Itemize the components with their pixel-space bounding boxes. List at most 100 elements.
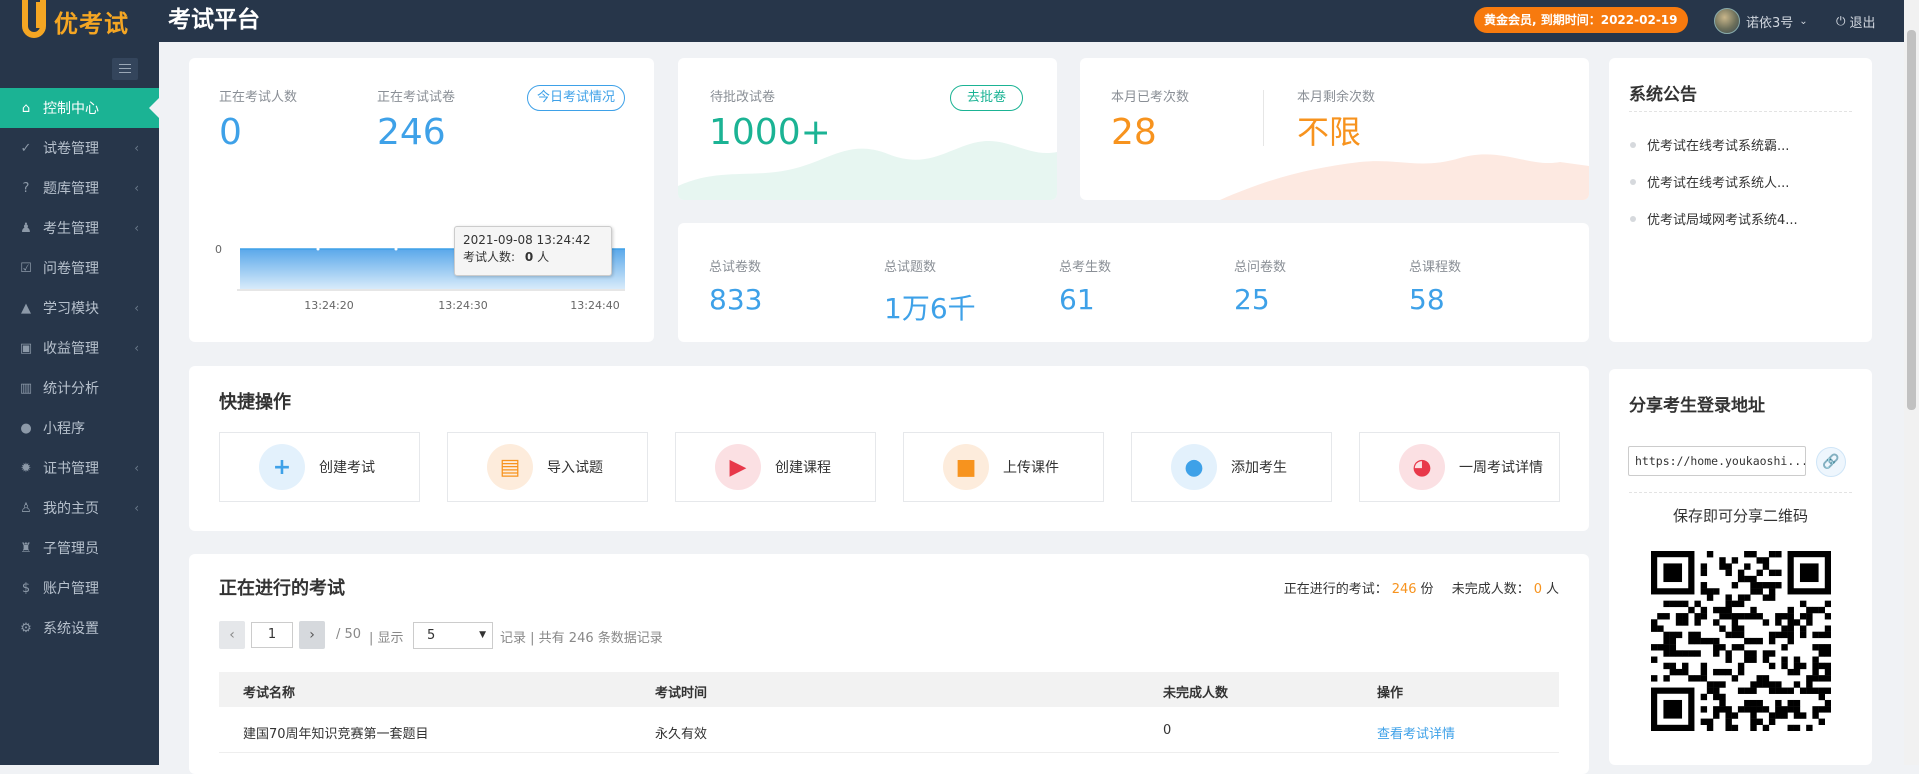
sidebar-item-9[interactable]: ✹ 证书管理 ‹ bbox=[0, 448, 159, 488]
document-icon: ▤ bbox=[487, 444, 533, 490]
sidebar-item-7[interactable]: ▥ 统计分析 bbox=[0, 368, 159, 408]
sidebar-item-0[interactable]: ⌂ 控制中心 bbox=[0, 88, 159, 128]
quick-actions-title: 快捷操作 bbox=[219, 392, 291, 413]
divider bbox=[1629, 492, 1852, 493]
logout-button[interactable]: ⏻ 退出 bbox=[1836, 12, 1876, 31]
quick-action-label: 创建考试 bbox=[319, 460, 375, 476]
sidebar-item-10[interactable]: ♙ 我的主页 ‹ bbox=[0, 488, 159, 528]
sidebar-item-4[interactable]: ☑ 问卷管理 bbox=[0, 248, 159, 288]
quick-action-label: 添加考生 bbox=[1231, 460, 1287, 476]
member-badge[interactable]: 黄金会员, 到期时间：2022-02-19 bbox=[1474, 7, 1688, 33]
total-label: 总问卷数 bbox=[1234, 260, 1287, 275]
quick-action-button[interactable]: ● 添加考生 bbox=[1131, 432, 1332, 502]
sidebar-item-11[interactable]: ♜ 子管理员 bbox=[0, 528, 159, 568]
bar-chart-icon: ▥ bbox=[19, 380, 33, 396]
notice-item[interactable]: 优考试在线考试系统人... bbox=[1629, 172, 1789, 191]
sidebar-item-6[interactable]: ▣ 收益管理 ‹ bbox=[0, 328, 159, 368]
unfinished-label: 未完成人数： bbox=[1451, 582, 1530, 597]
quick-action-button[interactable]: ▶ 创建课程 bbox=[675, 432, 876, 502]
sidebar-toggle-button[interactable] bbox=[112, 58, 138, 80]
table-cell: 永久有效 bbox=[655, 727, 708, 742]
sidebar-item-3[interactable]: ♟ 考生管理 ‹ bbox=[0, 208, 159, 248]
chevron-left-icon: ‹ bbox=[134, 141, 139, 155]
ongoing-count-unit: 份 bbox=[1420, 582, 1434, 597]
exam-people-chart: 0 13:24:20 13:24:30 13:24:40 bbox=[215, 243, 625, 312]
quick-action-label: 一周考试详情 bbox=[1459, 460, 1543, 476]
copy-link-button[interactable]: 🔗 bbox=[1816, 447, 1846, 477]
next-page-button[interactable]: › bbox=[299, 621, 325, 649]
quick-action-label: 上传课件 bbox=[1003, 460, 1059, 476]
table-cell: 0 bbox=[1163, 723, 1172, 738]
month-used-label: 本月已考次数 bbox=[1111, 90, 1190, 105]
total-label: 总试卷数 bbox=[709, 260, 762, 275]
sidebar-item-label: 小程序 bbox=[43, 421, 85, 437]
chart-x-tick: 13:24:30 bbox=[438, 299, 487, 312]
sidebar-item-5[interactable]: ▲ 学习模块 ‹ bbox=[0, 288, 159, 328]
sidebar-item-8[interactable]: ● 小程序 bbox=[0, 408, 159, 448]
sidebar: ⌂ 控制中心 ✓ 试卷管理 ‹? 题库管理 ‹ ♟ 考生管理 ‹ ☑ 问卷管理 ▲ 学习模块 ‹ ▣ 收益管理 ‹… bbox=[0, 42, 159, 765]
sidebar-item-label: 统计分析 bbox=[43, 381, 99, 397]
sidebar-item-13[interactable]: ⚙ 系统设置 bbox=[0, 608, 159, 648]
notice-item[interactable]: 优考试局域网考试系统4... bbox=[1630, 209, 1798, 228]
quick-action-label: 创建课程 bbox=[775, 460, 831, 476]
table-column-header: 考试名称 bbox=[243, 686, 296, 701]
certificate-icon: ✹ bbox=[20, 460, 32, 476]
sidebar-item-label: 问卷管理 bbox=[43, 261, 99, 277]
sidebar-item-label: 我的主页 bbox=[43, 501, 99, 517]
pending-value: 1000+ bbox=[709, 112, 831, 153]
total-value: 1万6千 bbox=[884, 292, 976, 325]
view-exam-detail-link[interactable]: 查看考试详情 bbox=[1377, 723, 1455, 742]
notice-item[interactable]: 优考试在线考试系统霸... bbox=[1629, 135, 1789, 154]
person-home-icon: ♙ bbox=[20, 500, 32, 516]
user-menu[interactable]: 诺依3号 ⌄ bbox=[1714, 8, 1808, 34]
unfinished-unit: 人 bbox=[1545, 582, 1559, 597]
chevron-left-icon: ‹ bbox=[134, 301, 139, 315]
total-pages: / 50 bbox=[336, 627, 362, 642]
sidebar-item-label: 账户管理 bbox=[43, 581, 99, 597]
table-column-header: 考试时间 bbox=[655, 686, 708, 701]
power-icon: ⏻ bbox=[1836, 14, 1846, 28]
logo[interactable]: 优考试 bbox=[18, 0, 129, 42]
dollar-icon: $ bbox=[21, 580, 31, 596]
prev-page-button[interactable]: ‹ bbox=[219, 621, 245, 649]
chart-point bbox=[316, 247, 320, 251]
lock-user-icon: ♜ bbox=[20, 540, 32, 556]
table-column-header: 未完成人数 bbox=[1163, 686, 1229, 701]
username: 诺依3号 bbox=[1746, 15, 1794, 31]
avatar bbox=[1714, 8, 1740, 34]
quick-action-button[interactable]: ▤ 导入试题 bbox=[447, 432, 648, 502]
quick-action-label: 导入试题 bbox=[547, 460, 603, 476]
sidebar-item-label: 系统设置 bbox=[43, 621, 99, 637]
page-size-select[interactable]: 5 ▼ bbox=[413, 622, 493, 649]
video-play-icon: ▶ bbox=[715, 444, 761, 490]
page-size-value: 5 bbox=[427, 628, 436, 643]
quick-action-button[interactable]: ■ 上传课件 bbox=[903, 432, 1104, 502]
logout-label: 退出 bbox=[1849, 16, 1876, 31]
quick-action-button[interactable]: + 创建考试 bbox=[219, 432, 420, 502]
unfinished-count: 0 bbox=[1533, 582, 1542, 597]
sidebar-item-2[interactable]: ? 题库管理 ‹ bbox=[0, 168, 159, 208]
month-left-value: 不限 bbox=[1297, 113, 1362, 151]
chevron-down-icon: ⌄ bbox=[1799, 15, 1808, 27]
quick-action-button[interactable]: ◕ 一周考试详情 bbox=[1359, 432, 1560, 502]
question-circle-icon: ? bbox=[22, 180, 30, 196]
sidebar-item-12[interactable]: $ 账户管理 bbox=[0, 568, 159, 608]
qr-code bbox=[1651, 551, 1831, 731]
share-url-input[interactable]: https://home.youkaoshi... bbox=[1628, 446, 1806, 476]
go-grade-button[interactable]: 去批卷 bbox=[950, 85, 1024, 111]
tooltip-value: 0 bbox=[524, 250, 534, 264]
ongoing-count: 246 bbox=[1391, 582, 1417, 597]
graduation-cap-icon: ▲ bbox=[21, 300, 31, 316]
sidebar-item-1[interactable]: ✓ 试卷管理 ‹ bbox=[0, 128, 159, 168]
sidebar-item-label: 题库管理 bbox=[43, 181, 99, 197]
folder-icon: ■ bbox=[943, 444, 989, 490]
page-input[interactable]: 1 bbox=[251, 622, 293, 648]
chevron-left-icon: ‹ bbox=[134, 461, 139, 475]
chart-tooltip: 2021-09-08 13:24:42 考试人数: 0 人 bbox=[454, 226, 612, 276]
page-scrollbar[interactable] bbox=[1904, 0, 1919, 765]
dropdown-arrow-icon: ▼ bbox=[479, 630, 486, 640]
total-label: 总课程数 bbox=[1409, 260, 1462, 275]
sidebar-item-label: 收益管理 bbox=[43, 341, 99, 357]
app-title: 考试平台 bbox=[168, 7, 260, 33]
sidebar-item-label: 控制中心 bbox=[43, 101, 99, 117]
